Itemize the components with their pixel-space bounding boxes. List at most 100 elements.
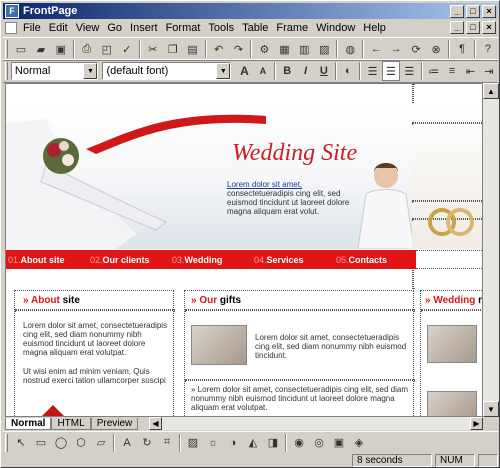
spelling-icon[interactable]: ✓: [117, 39, 137, 59]
insert-image-icon[interactable]: ▨: [314, 39, 334, 59]
heading-accent: Wedding: [433, 295, 476, 306]
outdent-icon[interactable]: ⇤: [461, 61, 479, 81]
minimize-button[interactable]: _: [450, 4, 464, 18]
menu-edit[interactable]: Edit: [45, 22, 72, 34]
preview-icon[interactable]: ◰: [97, 39, 117, 59]
scroll-up-icon[interactable]: ▲: [483, 83, 499, 99]
font-select[interactable]: (default font) ▼: [102, 62, 232, 80]
stop-icon[interactable]: ⊗: [426, 39, 446, 59]
shadow-icon[interactable]: ▣: [329, 433, 349, 453]
nav-item-contacts[interactable]: 05.Contacts: [334, 255, 416, 265]
shrink-font-button[interactable]: A: [254, 61, 272, 81]
3d-icon[interactable]: ◈: [349, 433, 369, 453]
toolbar-grip[interactable]: [5, 40, 8, 58]
crop-icon[interactable]: ⌗: [157, 433, 177, 453]
toolbar-grip[interactable]: [5, 62, 8, 80]
menu-file[interactable]: File: [19, 22, 45, 34]
style-value: Normal: [14, 65, 51, 77]
title-bar: F FrontPage _ □ ×: [3, 3, 498, 19]
nav-item-clients[interactable]: 02.Our clients: [88, 255, 170, 265]
page-editor[interactable]: Wedding Site Lorem dolor sit amet, conse…: [5, 83, 483, 417]
chevron-down-icon[interactable]: ▼: [83, 63, 98, 79]
hyperlink-icon[interactable]: ◍: [340, 39, 360, 59]
refresh-icon[interactable]: ⟳: [406, 39, 426, 59]
align-right-icon[interactable]: ☰: [400, 61, 418, 81]
frontpage-app-icon: F: [5, 4, 19, 18]
style-select[interactable]: Normal ▼: [10, 62, 99, 80]
document-icon[interactable]: [5, 21, 17, 34]
doc-restore-button[interactable]: □: [466, 21, 480, 34]
component-icon[interactable]: ⚙: [254, 39, 274, 59]
bullet-list-icon[interactable]: ≡: [443, 61, 461, 81]
line-color-icon[interactable]: ◎: [309, 433, 329, 453]
bevel-icon[interactable]: ◨: [263, 433, 283, 453]
download-time: 8 seconds: [352, 453, 432, 467]
maximize-button[interactable]: □: [466, 4, 480, 18]
menu-window[interactable]: Window: [312, 22, 359, 34]
close-button[interactable]: ×: [482, 4, 496, 18]
callout-icon[interactable]: ▱: [91, 433, 111, 453]
scroll-left-icon[interactable]: ◀: [149, 417, 162, 430]
undo-icon[interactable]: ↶: [209, 39, 229, 59]
highlight-icon[interactable]: ◐: [339, 61, 357, 81]
image-tool-icon[interactable]: ▨: [183, 433, 203, 453]
scroll-right-icon[interactable]: ▶: [470, 417, 483, 430]
menu-insert[interactable]: Insert: [126, 22, 162, 34]
menu-frame[interactable]: Frame: [272, 22, 312, 34]
polygon-icon[interactable]: ⬡: [71, 433, 91, 453]
hero-lorem-line: Lorem dolor sit amet,: [227, 180, 303, 189]
nav-item-services[interactable]: 04.Services: [252, 255, 334, 265]
insert-table-icon[interactable]: ▦: [274, 39, 294, 59]
copy-icon[interactable]: ❐: [163, 39, 183, 59]
forward-icon[interactable]: →: [386, 39, 406, 59]
menu-format[interactable]: Format: [162, 22, 205, 34]
tab-preview[interactable]: Preview: [90, 418, 139, 430]
menu-tools[interactable]: Tools: [204, 22, 238, 34]
paste-icon[interactable]: ▤: [183, 39, 203, 59]
help-icon[interactable]: ?: [478, 39, 498, 59]
fill-color-icon[interactable]: ◉: [289, 433, 309, 453]
arrow-icon: »: [23, 295, 29, 306]
document-window-controls: _ □ ×: [450, 21, 498, 34]
scroll-down-icon[interactable]: ▼: [483, 401, 499, 417]
doc-close-button[interactable]: ×: [482, 21, 496, 34]
align-left-icon[interactable]: ☰: [363, 61, 381, 81]
menu-table[interactable]: Table: [238, 22, 272, 34]
ellipse-icon[interactable]: ◯: [51, 433, 71, 453]
grow-font-button[interactable]: A: [235, 61, 253, 81]
italic-button[interactable]: I: [296, 61, 314, 81]
rotate-icon[interactable]: ↻: [137, 433, 157, 453]
menu-go[interactable]: Go: [103, 22, 126, 34]
doc-minimize-button[interactable]: _: [450, 21, 464, 34]
numbered-list-icon[interactable]: ≔: [425, 61, 443, 81]
vertical-scrollbar[interactable]: ▲ ▼: [483, 83, 499, 417]
tab-html[interactable]: HTML: [51, 418, 91, 430]
menu-help[interactable]: Help: [359, 22, 390, 34]
open-icon[interactable]: ▰: [31, 39, 51, 59]
back-icon[interactable]: ←: [366, 39, 386, 59]
flip-icon[interactable]: ◭: [243, 433, 263, 453]
brightness-icon[interactable]: ☼: [203, 433, 223, 453]
text-tool-icon[interactable]: A: [117, 433, 137, 453]
tab-normal[interactable]: Normal: [5, 418, 52, 430]
table-grid-icon[interactable]: ▥: [294, 39, 314, 59]
horizontal-scrollbar[interactable]: ◀ ▶: [149, 417, 483, 430]
nav-item-about[interactable]: 01.About site: [6, 255, 88, 265]
contrast-icon[interactable]: ◑: [223, 433, 243, 453]
show-all-icon[interactable]: ¶: [452, 39, 472, 59]
menu-view[interactable]: View: [72, 22, 104, 34]
indent-icon[interactable]: ⇥: [480, 61, 498, 81]
bold-button[interactable]: B: [278, 61, 296, 81]
save-icon[interactable]: ▣: [51, 39, 71, 59]
print-icon[interactable]: ⎙: [77, 39, 97, 59]
align-center-icon[interactable]: ☰: [381, 61, 401, 81]
select-pointer-icon[interactable]: ↖: [11, 433, 31, 453]
underline-button[interactable]: U: [315, 61, 333, 81]
toolbar-grip[interactable]: [5, 433, 8, 452]
redo-icon[interactable]: ↷: [229, 39, 249, 59]
nav-item-wedding[interactable]: 03.Wedding: [170, 255, 252, 265]
cut-icon[interactable]: ✂: [143, 39, 163, 59]
chevron-down-icon[interactable]: ▼: [216, 63, 231, 79]
rectangle-icon[interactable]: ▭: [31, 433, 51, 453]
new-icon[interactable]: ▭: [11, 39, 31, 59]
